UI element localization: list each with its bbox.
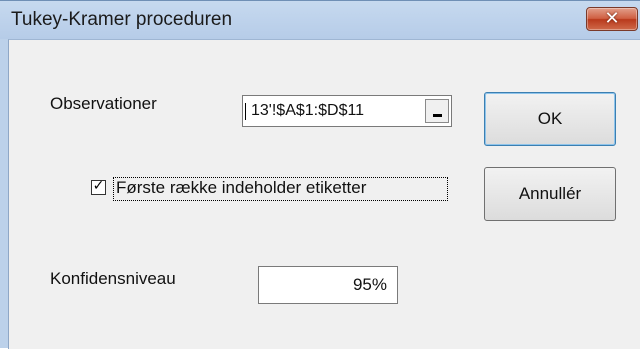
confidence-level-input[interactable]: 95% [258, 266, 398, 304]
first-row-labels-checkbox[interactable]: ✓ [91, 178, 106, 195]
close-icon: ✕ [604, 8, 620, 29]
confidence-level-value: 95% [352, 275, 387, 294]
observations-range-value: 13'!$A$1:$D$11 [251, 102, 365, 119]
collapse-dialog-icon [433, 114, 442, 117]
ok-button[interactable]: OK [484, 92, 616, 146]
checkmark-icon: ✓ [92, 178, 105, 194]
dialog-window: Tukey-Kramer proceduren ✕ Observationer … [0, 0, 640, 349]
collapse-dialog-button[interactable] [425, 99, 449, 123]
dialog-title: Tukey-Kramer proceduren [11, 9, 233, 30]
text-caret [245, 103, 246, 120]
title-bar[interactable]: Tukey-Kramer proceduren ✕ [0, 1, 640, 39]
confidence-level-label: Konfidensniveau [50, 269, 176, 288]
close-button[interactable]: ✕ [586, 7, 638, 31]
observations-label: Observationer [50, 94, 157, 113]
cancel-button[interactable]: Annullér [484, 167, 616, 221]
first-row-labels-label[interactable]: Første række indeholder etiketter [116, 178, 366, 198]
observations-range-input[interactable]: 13'!$A$1:$D$11 [242, 95, 452, 127]
